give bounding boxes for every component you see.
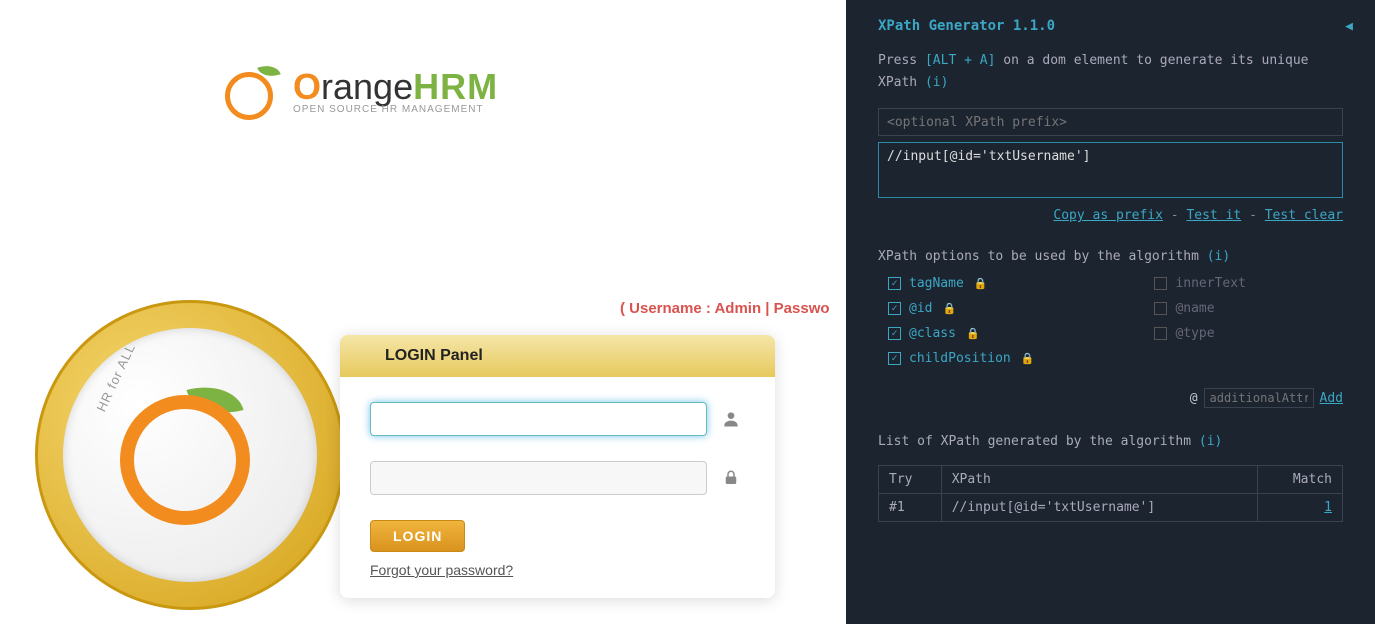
option-label: innerText <box>1175 276 1245 291</box>
option-name[interactable]: @name <box>1154 301 1245 316</box>
brand-suffix: HRM <box>413 66 498 107</box>
option-label: @id <box>909 301 932 316</box>
logo-text: OrangeHRM OPEN SOURCE HR MANAGEMENT <box>293 66 498 115</box>
brand-prefix: range <box>321 66 413 107</box>
cell-xpath: //input[@id='txtUsername'] <box>941 494 1257 522</box>
option-type[interactable]: @type <box>1154 326 1245 341</box>
list-title: List of XPath generated by the algorithm… <box>846 426 1375 457</box>
collapse-icon[interactable]: ◀ <box>1345 19 1353 34</box>
option-id[interactable]: @id 🔒 <box>888 301 1034 316</box>
additional-attr-input[interactable] <box>1204 388 1314 408</box>
attr-prefix: @ <box>1190 391 1198 406</box>
orangehrm-page: OrangeHRM OPEN SOURCE HR MANAGEMENT ( Us… <box>0 0 846 624</box>
lock-icon[interactable]: 🔒 <box>966 327 980 340</box>
match-link[interactable]: 1 <box>1324 500 1332 515</box>
username-input[interactable] <box>370 402 707 436</box>
checkbox-icon[interactable] <box>888 277 901 290</box>
info-icon[interactable]: (i) <box>1199 434 1222 449</box>
checkbox-icon[interactable] <box>1154 277 1167 290</box>
cell-try: #1 <box>879 494 942 522</box>
xpath-prefix-input[interactable] <box>878 108 1343 136</box>
panel-title: XPath Generator 1.1.0 <box>878 18 1055 34</box>
xpath-results-table: TryXPathMatch #1//input[@id='txtUsername… <box>878 465 1343 522</box>
options-group: tagName 🔒 @id 🔒 @class 🔒 childPosition 🔒 innerT… <box>846 272 1375 376</box>
checkbox-icon[interactable] <box>888 327 901 340</box>
instruction-text: Press [ALT + A] on a dom element to gene… <box>846 44 1375 108</box>
col-xpath: XPath <box>941 466 1257 494</box>
forgot-password-link[interactable]: Forgot your password? <box>370 562 745 578</box>
col-match: Match <box>1258 466 1343 494</box>
copy-as-prefix-link[interactable]: Copy as prefix <box>1053 208 1163 223</box>
login-panel: LOGIN Panel LOGIN Forgot your password? <box>340 335 775 598</box>
xpath-main-input[interactable]: //input[@id='txtUsername'] <box>878 142 1343 198</box>
login-panel-title: LOGIN Panel <box>340 335 775 377</box>
option-childPosition[interactable]: childPosition 🔒 <box>888 351 1034 366</box>
option-label: tagName <box>909 276 964 291</box>
login-button[interactable]: LOGIN <box>370 520 465 552</box>
credentials-hint: ( Username : Admin | Passwo <box>620 300 830 317</box>
col-try: Try <box>879 466 942 494</box>
shortcut-key: [ALT + A] <box>925 53 995 68</box>
options-title: XPath options to be used by the algorith… <box>846 241 1375 272</box>
xpath-generator-panel: XPath Generator 1.1.0 ◀ Press [ALT + A] … <box>846 0 1375 624</box>
action-links: Copy as prefix - Test it - Test clear <box>846 204 1375 241</box>
lock-icon[interactable]: 🔒 <box>974 277 988 290</box>
option-tagName[interactable]: tagName 🔒 <box>888 276 1034 291</box>
option-label: childPosition <box>909 351 1011 366</box>
checkbox-icon[interactable] <box>888 302 901 315</box>
user-icon <box>717 405 745 433</box>
table-row: #1//input[@id='txtUsername'] 1 <box>879 494 1343 522</box>
checkbox-icon[interactable] <box>1154 302 1167 315</box>
checkbox-icon[interactable] <box>888 352 901 365</box>
option-innerText[interactable]: innerText <box>1154 276 1245 291</box>
option-label: @class <box>909 326 956 341</box>
logo: OrangeHRM OPEN SOURCE HR MANAGEMENT <box>225 60 498 120</box>
lock-icon <box>717 464 745 492</box>
cell-match: 1 <box>1258 494 1343 522</box>
add-attr-link[interactable]: Add <box>1320 391 1343 406</box>
info-icon[interactable]: (i) <box>1207 249 1230 264</box>
option-label: @type <box>1175 326 1214 341</box>
hr-for-all-badge: HR for ALL <box>35 300 345 610</box>
test-it-link[interactable]: Test it <box>1186 208 1241 223</box>
lock-icon[interactable]: 🔒 <box>942 302 956 315</box>
info-icon[interactable]: (i) <box>925 75 948 90</box>
lock-icon[interactable]: 🔒 <box>1021 352 1035 365</box>
password-input[interactable] <box>370 461 707 495</box>
orange-icon <box>225 60 285 120</box>
test-clear-link[interactable]: Test clear <box>1265 208 1343 223</box>
option-label: @name <box>1175 301 1214 316</box>
logo-tagline: OPEN SOURCE HR MANAGEMENT <box>293 104 498 115</box>
checkbox-icon[interactable] <box>1154 327 1167 340</box>
option-class[interactable]: @class 🔒 <box>888 326 1034 341</box>
